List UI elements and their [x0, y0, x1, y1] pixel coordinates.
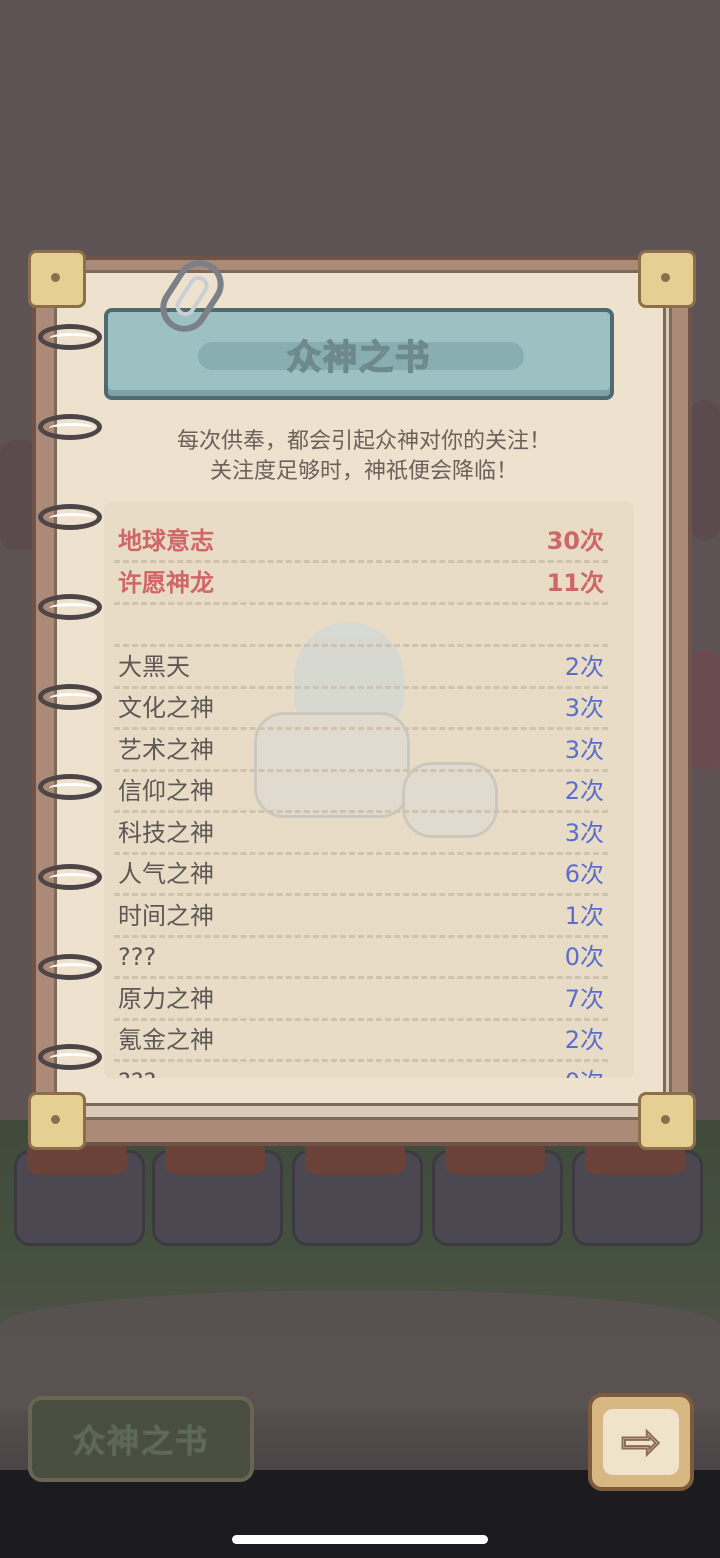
god-name: ???	[118, 1063, 156, 1078]
god-count: 3次	[564, 694, 604, 722]
binder-ring	[38, 504, 102, 530]
book-title: 众神之书	[286, 337, 431, 379]
god-name: 文化之神	[118, 694, 214, 722]
corner-bracket-bottom-right	[638, 1092, 696, 1150]
god-count: 7次	[564, 985, 604, 1013]
arrow-right-icon: ⇨	[603, 1409, 679, 1475]
binder-ring	[38, 594, 102, 620]
list-item-special: 许愿神龙 11次	[114, 564, 608, 605]
god-count: 2次	[564, 777, 604, 805]
list-item-special: 地球意志 30次	[114, 522, 608, 563]
god-count: 2次	[564, 653, 604, 681]
list-item: 信仰之神 2次	[114, 772, 608, 813]
next-button[interactable]: ⇨	[588, 1393, 694, 1491]
god-name: 原力之神	[118, 985, 214, 1013]
god-count: 11次	[546, 569, 604, 597]
list-item: 文化之神 3次	[114, 689, 608, 730]
god-name: 氪金之神	[118, 1026, 214, 1054]
god-count: 1次	[564, 902, 604, 930]
god-count: 6次	[564, 860, 604, 888]
god-name: 信仰之神	[118, 777, 214, 805]
home-indicator[interactable]	[232, 1535, 488, 1544]
binder-ring	[38, 324, 102, 350]
gods-list[interactable]: 地球意志 30次 许愿神龙 11次 大黑天 2次 文化之神 3次 艺术之神 3次…	[104, 502, 634, 1078]
altar-stone-5[interactable]	[572, 1135, 703, 1246]
god-name: ???	[118, 943, 157, 971]
list-item: 科技之神 3次	[114, 814, 608, 855]
corner-bracket-top-right	[638, 250, 696, 308]
god-name: 科技之神	[118, 819, 214, 847]
altar-stone-4[interactable]	[432, 1135, 563, 1246]
god-count: 0次	[564, 943, 604, 971]
god-name: 人气之神	[118, 860, 214, 888]
list-item: 氪金之神 2次	[114, 1021, 608, 1062]
binder-ring	[38, 774, 102, 800]
god-name: 许愿神龙	[118, 569, 214, 597]
dirt-path	[0, 1290, 720, 1410]
god-name: 大黑天	[118, 653, 190, 681]
book-of-gods-button-label: 众神之书	[72, 1422, 209, 1461]
list-item: ??? 0次	[114, 938, 608, 979]
list-item: 时间之神 1次	[114, 897, 608, 938]
list-item: 艺术之神 3次	[114, 731, 608, 772]
right-building	[690, 400, 720, 540]
list-item: 大黑天 2次	[114, 648, 608, 689]
god-count: 30次	[546, 527, 604, 555]
god-count: 3次	[564, 819, 604, 847]
god-count: 0次	[565, 1063, 604, 1078]
altar-stone-1[interactable]	[14, 1135, 145, 1246]
god-name: 时间之神	[118, 902, 214, 930]
binder-ring	[38, 1044, 102, 1070]
corner-bracket-top-left	[28, 250, 86, 308]
god-count: 3次	[564, 736, 604, 764]
altar-stone-2[interactable]	[152, 1135, 283, 1246]
list-item: 人气之神 6次	[114, 855, 608, 896]
subtitle-line-2: 关注度足够时，神祇便会降临！	[209, 459, 518, 484]
corner-bracket-bottom-left	[28, 1092, 86, 1150]
subtitle-line-1: 每次供奉，都会引起众神对你的关注！	[176, 429, 551, 454]
binder-ring	[38, 684, 102, 710]
altar-stone-3[interactable]	[292, 1135, 423, 1246]
book-of-gods-button[interactable]: 众神之书	[28, 1396, 254, 1482]
god-name: 艺术之神	[118, 736, 214, 764]
binder-ring	[38, 954, 102, 980]
list-item: ??? 0次	[114, 1063, 608, 1078]
right-decoration	[690, 650, 720, 770]
list-item: 原力之神 7次	[114, 980, 608, 1021]
list-separator-row	[114, 606, 608, 647]
god-name: 地球意志	[118, 527, 214, 555]
binder-ring	[38, 864, 102, 890]
god-count: 2次	[564, 1026, 604, 1054]
binder-ring	[38, 414, 102, 440]
